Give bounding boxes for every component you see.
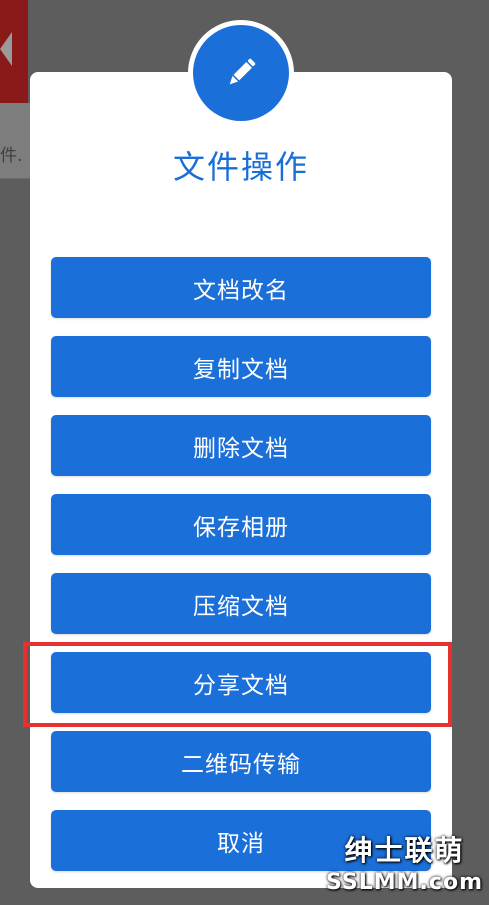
dialog-icon-badge [188,20,294,126]
compress-document-button[interactable]: 压缩文档 [51,573,431,634]
watermark-chinese: 绅士联萌 [344,834,465,867]
pencil-icon [229,58,256,85]
qrcode-transfer-button[interactable]: 二维码传输 [51,731,431,792]
copy-document-button[interactable]: 复制文档 [51,336,431,397]
watermark-domain: SSLMM.com [326,870,483,895]
highlight-annotation-box [23,642,452,727]
watermark: 绅士联萌 SSLMM.com [326,833,483,897]
badge-circle [193,25,289,121]
dialog-title: 文件操作 [172,148,309,186]
background-divider [0,178,30,179]
rename-document-button[interactable]: 文档改名 [51,257,431,318]
save-to-album-button[interactable]: 保存相册 [51,494,431,555]
back-arrow-icon [0,32,12,66]
background-file-label: 件. [0,146,23,166]
delete-document-button[interactable]: 删除文档 [51,415,431,476]
